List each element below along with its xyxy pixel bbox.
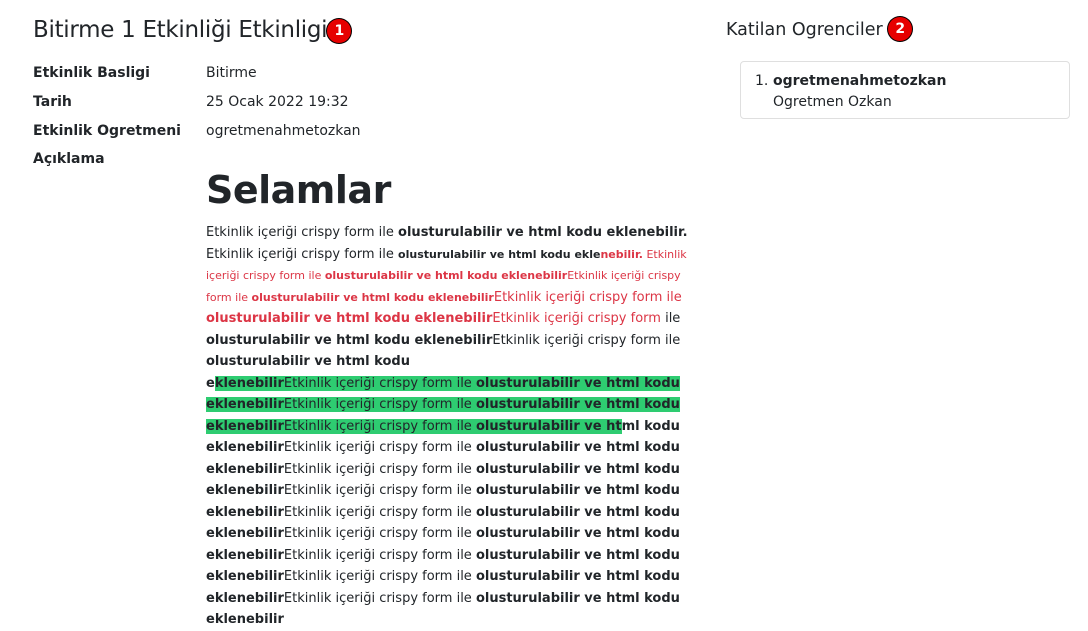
participants-title: Katilan Ogrenciler 2 (726, 17, 913, 41)
participants-title-text: Katilan Ogrenciler (726, 20, 883, 40)
participants-card: 1. ogretmenahmetozkan Ogretmen Ozkan (740, 61, 1070, 119)
page-title-text: Bitirme 1 Etkinliği Etkinligi (33, 17, 328, 43)
description-heading: Selamlar (206, 168, 391, 212)
detail-value-teacher: ogretmenahmetozkan (206, 123, 361, 139)
detail-label-teacher: Etkinlik Ogretmeni (33, 123, 181, 139)
title-annotation-badge: 1 (327, 19, 352, 43)
participant-number: 1. (755, 73, 769, 89)
detail-label-description: Açıklama (33, 151, 105, 167)
description-body: Etkinlik içeriği crispy form ile olustur… (206, 225, 688, 627)
participant-full-name: Ogretmen Ozkan (773, 94, 892, 110)
page-title: Bitirme 1 Etkinliği Etkinligi 1 (33, 17, 352, 43)
detail-value-title: Bitirme (206, 65, 257, 81)
detail-label-date: Tarih (33, 94, 72, 110)
participants-annotation-badge: 2 (888, 17, 913, 41)
detail-value-date: 25 Ocak 2022 19:32 (206, 94, 349, 110)
participant-username: ogretmenahmetozkan (773, 73, 947, 89)
event-description: Selamlar Etkinlik içeriği crispy form il… (206, 166, 699, 631)
detail-label-title: Etkinlik Basligi (33, 65, 150, 81)
